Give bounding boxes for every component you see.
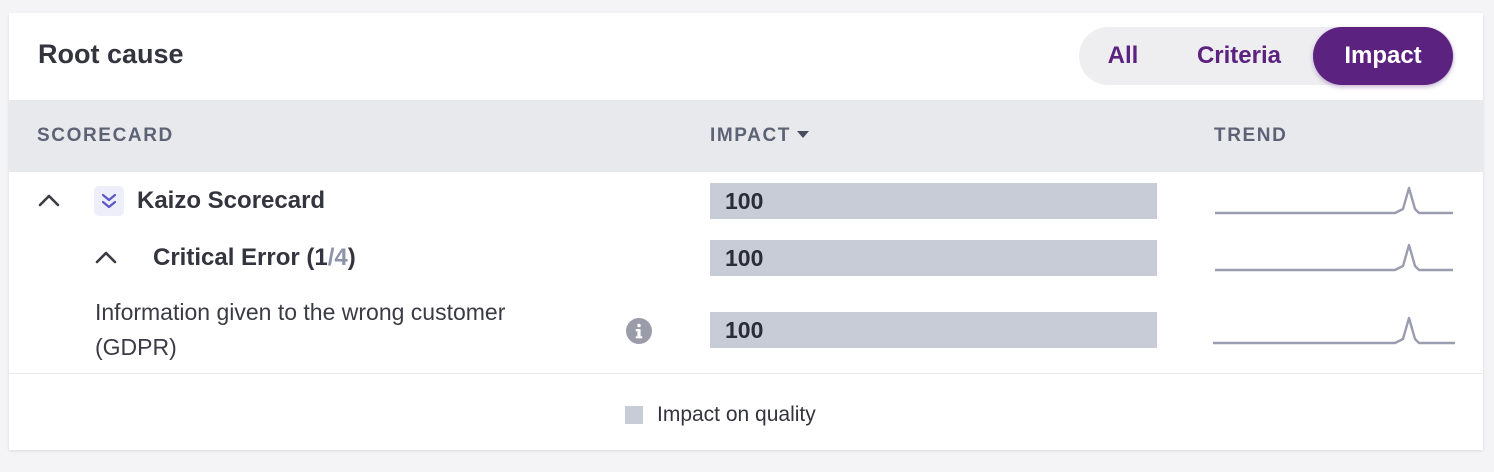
row-label-category: Information given to the wrong customer … bbox=[95, 299, 506, 360]
row-label-scorecard: Kaizo Scorecard bbox=[137, 187, 326, 214]
impact-value: 100 bbox=[725, 317, 764, 343]
impact-bar: 100 bbox=[710, 240, 1157, 276]
toggle-impact-button[interactable]: Impact bbox=[1313, 27, 1453, 85]
sort-caret-down-icon bbox=[797, 130, 810, 138]
expand-all-double-chevron-down-icon[interactable] bbox=[94, 186, 124, 216]
column-header-impact[interactable]: IMPACT bbox=[710, 100, 810, 172]
criteria-count-close: ) bbox=[347, 244, 356, 271]
collapse-chevron-up-icon[interactable] bbox=[38, 190, 60, 212]
row-label-criteria: Critical Error (1/4) bbox=[153, 244, 356, 272]
criteria-count-current: 1 bbox=[314, 244, 328, 271]
footer-divider bbox=[9, 373, 1483, 374]
column-header-trend: TREND bbox=[1214, 125, 1288, 146]
trend-sparkline bbox=[1215, 243, 1453, 272]
criteria-count-total: 4 bbox=[334, 244, 348, 271]
legend-swatch bbox=[625, 406, 643, 424]
view-toggle: All Criteria Impact bbox=[1079, 27, 1454, 85]
collapse-chevron-up-icon[interactable] bbox=[95, 247, 117, 269]
column-header-scorecard: SCORECARD bbox=[37, 125, 174, 146]
root-cause-card: Root cause All Criteria Impact SCORECARD… bbox=[9, 13, 1483, 450]
column-header-impact-label: IMPACT bbox=[710, 125, 792, 146]
table-header: SCORECARD IMPACT TREND bbox=[9, 100, 1483, 172]
impact-value: 100 bbox=[725, 188, 764, 214]
info-icon[interactable] bbox=[626, 318, 652, 344]
toggle-all-button[interactable]: All bbox=[1093, 27, 1153, 85]
impact-value: 100 bbox=[725, 245, 764, 271]
toggle-criteria-button[interactable]: Criteria bbox=[1185, 27, 1293, 85]
trend-sparkline bbox=[1213, 316, 1455, 345]
legend-label: Impact on quality bbox=[657, 403, 816, 426]
criteria-name: Critical Error bbox=[153, 244, 300, 271]
chart-legend: Impact on quality bbox=[625, 403, 816, 427]
impact-bar: 100 bbox=[710, 312, 1157, 348]
card-title: Root cause bbox=[38, 39, 184, 69]
impact-bar: 100 bbox=[710, 183, 1157, 219]
trend-sparkline bbox=[1215, 186, 1453, 215]
